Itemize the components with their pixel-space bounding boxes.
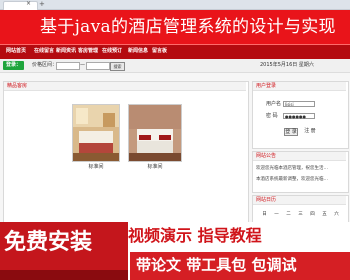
search-button[interactable]: 搜索 <box>110 62 125 71</box>
register-button[interactable]: 注 册 <box>303 128 317 136</box>
username-label: 用户名 <box>266 101 282 107</box>
date-text: 2015年5月16日 星期六 <box>260 62 314 68</box>
promo-video-line: 视频演示 指导教程 <box>128 226 262 245</box>
room-photo-2[interactable] <box>128 104 182 162</box>
browser-tab-bar <box>0 0 350 10</box>
close-icon[interactable]: × <box>26 0 31 8</box>
nav-item-news[interactable]: 新闻资讯 <box>56 44 76 58</box>
rooms-panel <box>3 81 249 224</box>
browser-tab[interactable] <box>3 1 38 10</box>
notice-item[interactable]: 本酒店系统最新调整，欢迎您光临… <box>256 176 328 183</box>
password-input[interactable]: ●●●●●● <box>283 113 315 119</box>
weekday-thu: 四 <box>310 212 315 217</box>
price-min-input[interactable] <box>56 62 80 70</box>
weekday-sun: 日 <box>262 212 267 217</box>
promo-package-line: 带论文 带工具包 包调试 <box>136 256 297 274</box>
login-button[interactable]: 登录： <box>3 61 24 70</box>
new-tab-icon[interactable]: + <box>39 0 45 9</box>
promo-bottom-strip <box>0 270 128 280</box>
weekday-sat: 六 <box>334 212 339 217</box>
room-caption-1: 标准间 <box>88 164 104 170</box>
nav-item-home[interactable]: 网站首页 <box>6 44 26 58</box>
price-max-input[interactable] <box>86 62 110 70</box>
submit-login-button[interactable]: 登 录 <box>284 128 298 136</box>
site-title: 基于java的酒店管理系统的设计与实现 <box>40 17 336 37</box>
nav-item-newsinfo[interactable]: 新闻信息 <box>128 44 148 58</box>
weekday-fri: 五 <box>322 212 327 217</box>
weekday-tue: 二 <box>286 212 291 217</box>
price-label: 价格区间： <box>32 62 58 68</box>
nav-item-message[interactable]: 在线留言 <box>34 44 54 58</box>
weekday-wed: 三 <box>298 212 303 217</box>
nav-item-booking[interactable]: 在线预订 <box>102 44 122 58</box>
password-label: 密 码 <box>266 113 278 119</box>
weekday-mon: 一 <box>274 212 279 217</box>
promo-free-install: 免费安装 <box>4 230 93 255</box>
nav-item-rooms[interactable]: 客房管理 <box>78 44 98 58</box>
login-panel-title: 用户登录 <box>253 82 346 91</box>
calendar-panel-title: 网站日历 <box>253 196 346 205</box>
notice-item[interactable]: 欢迎您光临本酒店管理，祝您生活… <box>256 165 328 172</box>
username-input[interactable]: lisisi <box>283 101 315 107</box>
notice-panel-title: 网站公告 <box>253 152 346 161</box>
room-photo-1[interactable] <box>72 104 120 162</box>
nav-item-board[interactable]: 留言板 <box>152 44 167 58</box>
rooms-panel-title: 精品客房 <box>4 82 246 91</box>
room-caption-2: 标准间 <box>147 164 163 170</box>
price-separator: — <box>80 62 85 68</box>
